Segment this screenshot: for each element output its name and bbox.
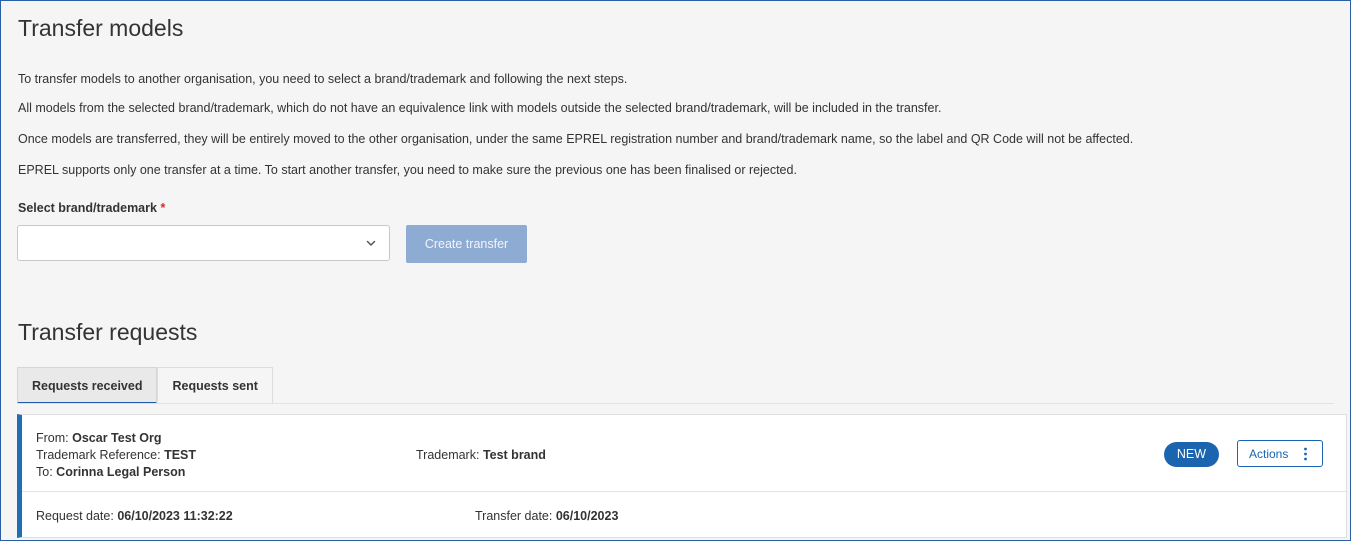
from-value: Oscar Test Org: [72, 431, 162, 445]
trademark-reference-label: Trademark Reference:: [36, 448, 161, 462]
status-badge: NEW: [1164, 442, 1219, 467]
trademark-line: Trademark: Test brand: [416, 448, 546, 462]
requests-tabs: Requests received Requests sent: [17, 367, 273, 404]
trademark-label: Trademark:: [416, 448, 480, 462]
tab-requests-received[interactable]: Requests received: [17, 367, 158, 404]
kebab-vertical-icon: [1304, 447, 1307, 461]
intro-paragraph-4: EPREL supports only one transfer at a ti…: [18, 163, 797, 177]
request-date-line: Request date: 06/10/2023 11:32:22: [36, 509, 233, 523]
create-transfer-button[interactable]: Create transfer: [406, 225, 527, 263]
request-date-label: Request date:: [36, 509, 114, 523]
from-label: From:: [36, 431, 69, 445]
from-line: From: Oscar Test Org: [36, 431, 162, 445]
required-marker: *: [160, 201, 166, 215]
trademark-reference-value: TEST: [164, 448, 197, 462]
transfer-requests-title: Transfer requests: [18, 319, 198, 345]
request-date-value: 06/10/2023 11:32:22: [117, 509, 233, 523]
transfer-date-line: Transfer date: 06/10/2023: [475, 509, 618, 523]
trademark-reference-line: Trademark Reference: TEST: [36, 448, 196, 462]
page-title: Transfer models: [18, 15, 184, 41]
card-divider: [22, 491, 1346, 492]
trademark-value: Test brand: [482, 448, 546, 462]
actions-button-label: Actions: [1249, 447, 1289, 461]
actions-button[interactable]: Actions: [1237, 440, 1323, 467]
transfer-request-card: From: Oscar Test Org Trademark Reference…: [17, 414, 1347, 538]
transfer-date-value: 06/10/2023: [555, 509, 619, 523]
transfer-models-panel: Transfer models To transfer models to an…: [0, 0, 1351, 541]
tab-requests-sent[interactable]: Requests sent: [157, 367, 273, 404]
intro-paragraph-2: All models from the selected brand/trade…: [18, 101, 942, 115]
transfer-date-label: Transfer date:: [475, 509, 553, 523]
select-brand-label-text: Select brand/trademark: [18, 201, 157, 215]
chevron-down-icon: [366, 240, 376, 246]
to-line: To: Corinna Legal Person: [36, 465, 185, 479]
to-value: Corinna Legal Person: [56, 465, 186, 479]
select-brand-label: Select brand/trademark *: [18, 201, 165, 215]
intro-paragraph-3: Once models are transferred, they will b…: [18, 132, 1134, 146]
tabs-divider: [17, 403, 1334, 404]
to-label: To:: [36, 465, 53, 479]
intro-paragraph-1: To transfer models to another organisati…: [18, 72, 628, 86]
brand-trademark-select[interactable]: [17, 225, 390, 261]
